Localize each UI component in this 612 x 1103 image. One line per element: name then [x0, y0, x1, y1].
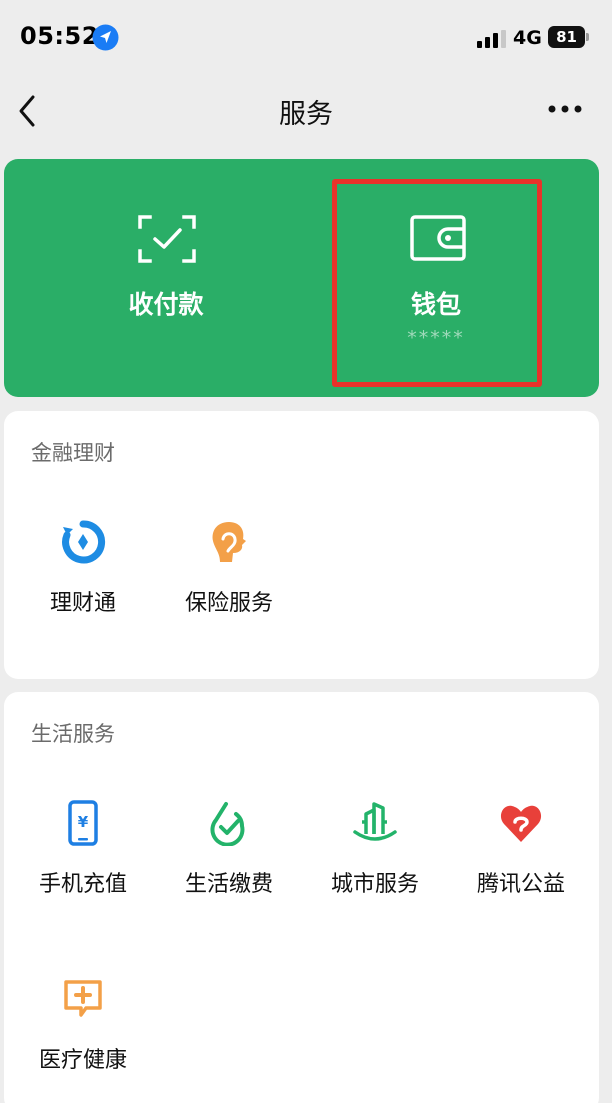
- service-item-insurance[interactable]: 保险服务: [156, 519, 302, 619]
- service-item-phone-recharge[interactable]: ¥ 手机充值: [10, 800, 156, 900]
- service-label: 腾讯公益: [476, 872, 565, 897]
- scan-pay-icon: [138, 215, 196, 263]
- back-chevron-icon[interactable]: [16, 94, 38, 128]
- service-label: 生活缴费: [184, 872, 273, 897]
- service-label: 保险服务: [184, 591, 273, 616]
- battery-level: 81: [556, 28, 577, 46]
- service-item-utility-payment[interactable]: 生活缴费: [156, 800, 302, 900]
- service-item-licaitong[interactable]: 理财通: [10, 519, 156, 619]
- service-label: 城市服务: [330, 872, 419, 897]
- service-item-medical-health[interactable]: 医疗健康: [10, 976, 156, 1076]
- service-label: 手机充值: [38, 872, 127, 897]
- location-arrow-icon: [92, 24, 119, 51]
- finance-section: 金融理财 理财通 保险服务: [4, 411, 599, 679]
- utility-payment-icon: [210, 802, 245, 846]
- insurance-icon: [212, 522, 246, 562]
- service-item-charity[interactable]: 腾讯公益: [448, 800, 594, 900]
- city-service-icon: [353, 802, 397, 841]
- life-services-section: 生活服务 ¥ 手机充值 生活缴费 城市服务 腾讯公益 医疗健康: [4, 692, 599, 1103]
- page-title: 服务: [279, 99, 333, 130]
- battery-icon: 81: [548, 26, 590, 48]
- network-type: 4G: [513, 27, 542, 49]
- life-section-title: 生活服务: [31, 722, 115, 746]
- cellular-signal-icon: [477, 30, 506, 48]
- charity-heart-icon: [500, 805, 542, 842]
- phone-recharge-icon: ¥: [68, 800, 98, 846]
- more-options-icon[interactable]: [548, 104, 582, 114]
- pay-receive-label: 收付款: [128, 290, 204, 319]
- finance-section-title: 金融理财: [31, 441, 115, 465]
- svg-text:¥: ¥: [78, 813, 89, 831]
- service-label: 医疗健康: [38, 1048, 127, 1073]
- pay-receive-button[interactable]: 收付款: [4, 159, 328, 397]
- status-bar: 05:52 4G 81: [0, 0, 612, 80]
- licaitong-icon: [62, 520, 106, 564]
- service-label: 理财通: [49, 591, 116, 616]
- wallet-highlight-box: [332, 179, 542, 387]
- medical-health-icon: [64, 980, 102, 1017]
- status-time: 05:52: [20, 22, 99, 50]
- service-item-city-service[interactable]: 城市服务: [302, 800, 448, 900]
